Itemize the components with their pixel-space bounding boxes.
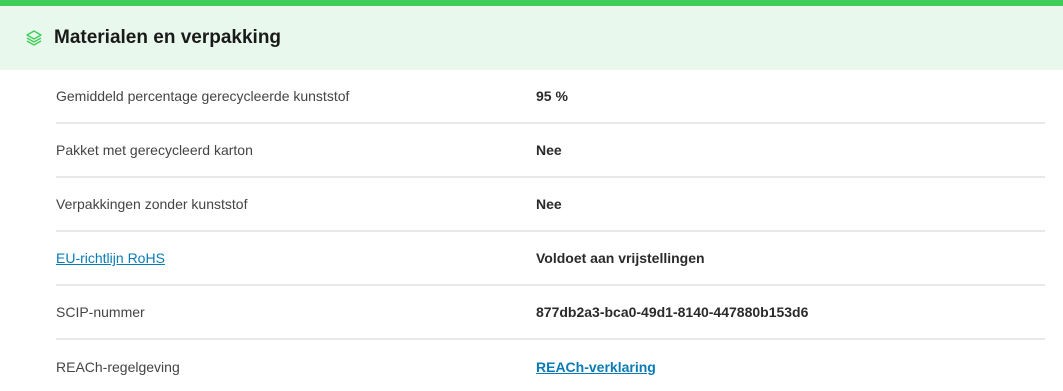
reach-declaration-link[interactable]: REACh-verklaring xyxy=(536,359,656,375)
section-header[interactable]: Materialen en verpakking xyxy=(0,6,1063,70)
row-value: 877db2a3-bca0-49d1-8140-447880b153d6 xyxy=(536,304,809,320)
row-value: Nee xyxy=(536,142,562,158)
row-value: Voldoet aan vrijstellingen xyxy=(536,250,705,266)
attributes-table: Gemiddeld percentage gerecycleerde kunst… xyxy=(0,70,1063,391)
row-label: EU-richtlijn RoHS xyxy=(56,250,536,266)
table-row: Pakket met gerecycleerd karton Nee xyxy=(56,124,1045,178)
row-value: REACh-verklaring xyxy=(536,359,656,375)
table-row: EU-richtlijn RoHS Voldoet aan vrijstelli… xyxy=(56,232,1045,286)
section-title: Materialen en verpakking xyxy=(54,27,282,48)
row-label: Verpakkingen zonder kunststof xyxy=(56,196,248,212)
table-row: SCIP-nummer 877db2a3-bca0-49d1-8140-4478… xyxy=(56,286,1045,340)
row-value: 95 % xyxy=(536,88,568,104)
row-label: Pakket met gerecycleerd karton xyxy=(56,142,253,158)
row-value: Nee xyxy=(536,196,562,212)
table-row: Verpakkingen zonder kunststof Nee xyxy=(56,178,1045,232)
row-label: REACh-regelgeving xyxy=(56,359,180,375)
row-label: Gemiddeld percentage gerecycleerde kunst… xyxy=(56,88,350,104)
layers-icon xyxy=(24,28,44,48)
table-row: REACh-regelgeving REACh-verklaring xyxy=(56,340,1045,391)
row-label: SCIP-nummer xyxy=(56,304,145,320)
table-row: Gemiddeld percentage gerecycleerde kunst… xyxy=(56,70,1045,124)
materials-packaging-panel: Materialen en verpakking Gemiddeld perce… xyxy=(0,0,1063,391)
rohs-directive-link[interactable]: EU-richtlijn RoHS xyxy=(56,250,165,266)
